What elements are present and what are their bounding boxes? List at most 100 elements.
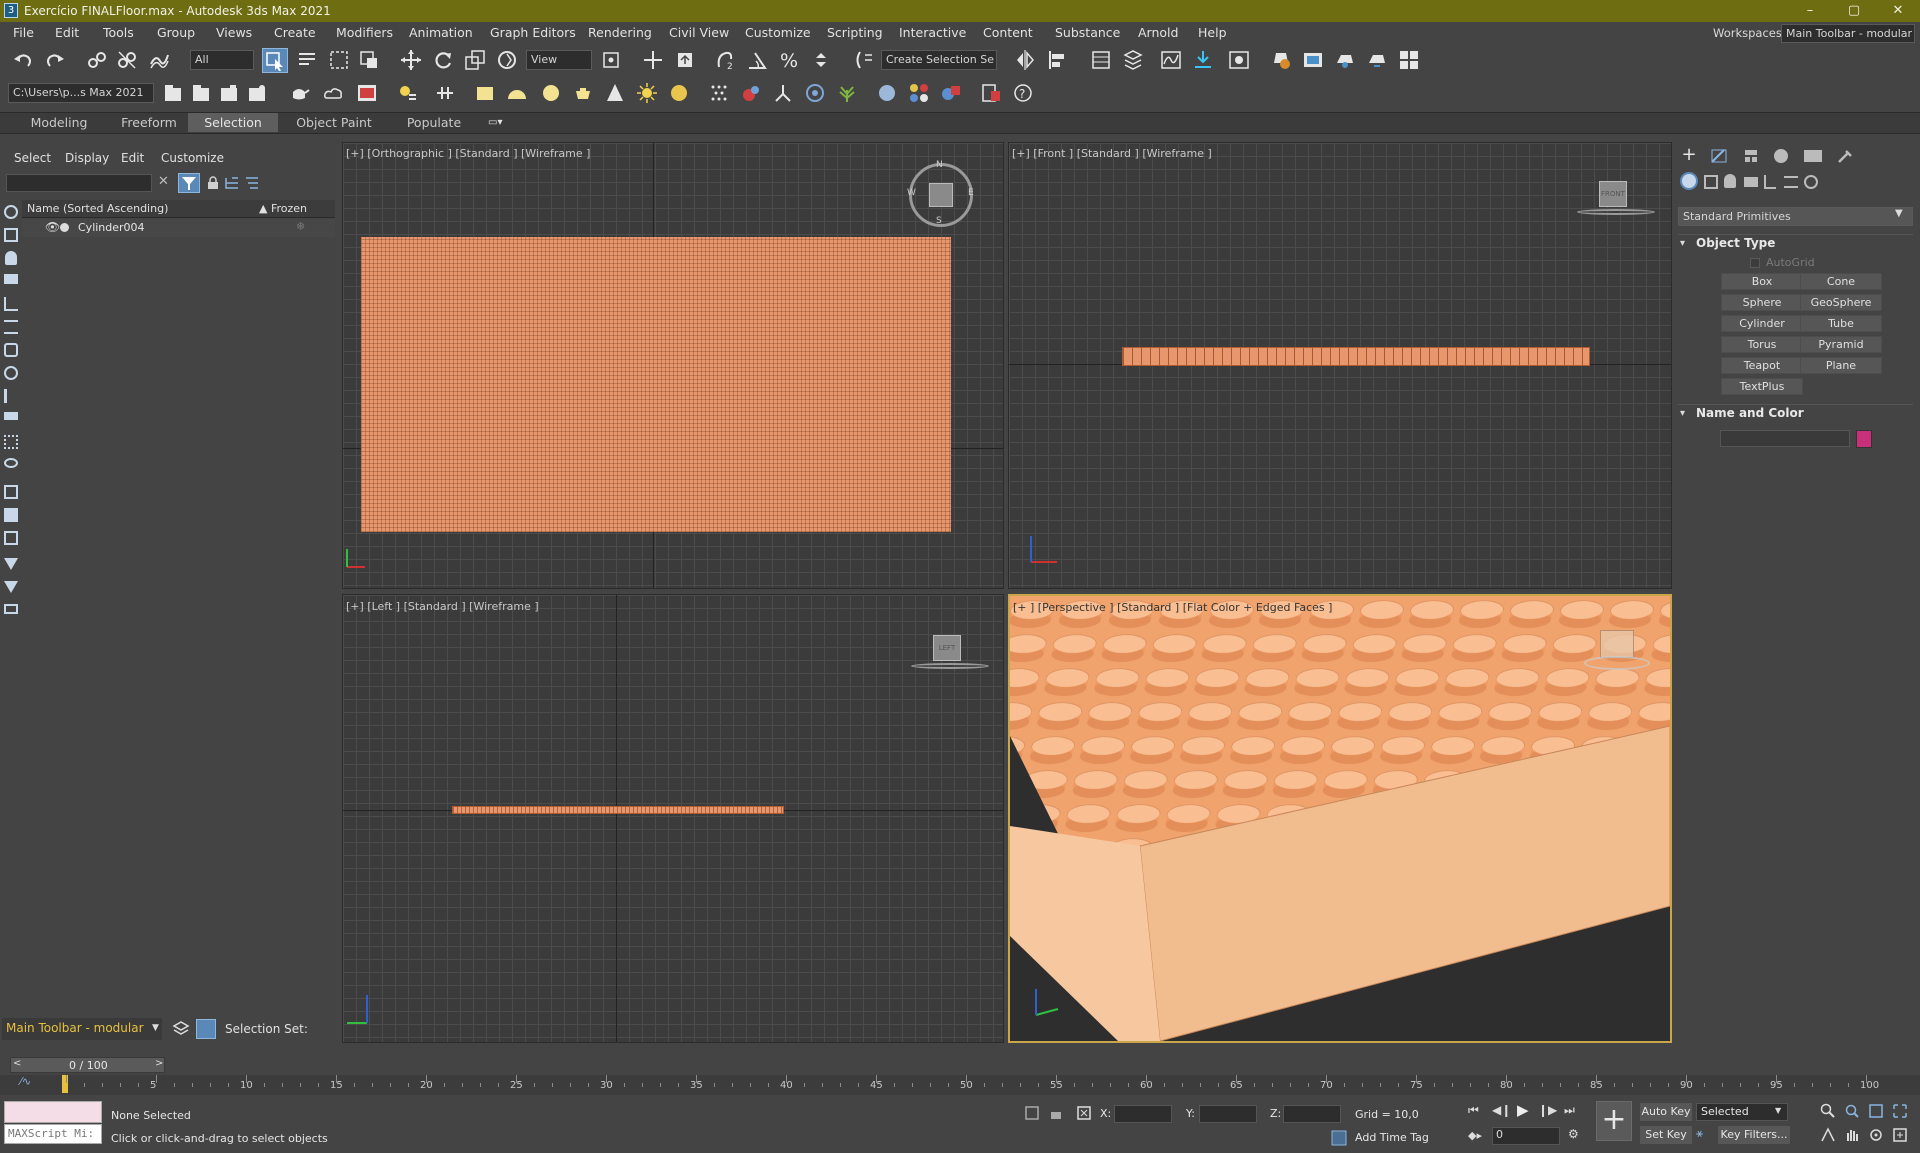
spinner-snap-icon[interactable] (810, 49, 832, 71)
scene-converter-icon[interactable] (980, 82, 1002, 104)
viewport-label-front[interactable]: [+] [Front ] [Standard ] [Wireframe ] (1012, 147, 1212, 160)
tab-object-paint[interactable]: Object Paint (287, 113, 381, 132)
scale-icon[interactable] (464, 49, 486, 71)
key-filters-button[interactable]: Key Filters... (1718, 1126, 1790, 1144)
display-hidden-icon[interactable] (4, 458, 18, 468)
display-shapes-icon[interactable] (4, 228, 18, 242)
geosphere-button[interactable]: GeoSphere (1800, 294, 1882, 311)
time-configuration-icon[interactable]: ⚙ (1568, 1127, 1579, 1141)
viewport-front[interactable]: [+] [Front ] [Standard ] [Wireframe ] FR… (1008, 142, 1672, 589)
display-groups-icon[interactable] (4, 343, 18, 357)
select-manipulate-icon[interactable] (642, 49, 664, 71)
plane-button[interactable]: Plane (1800, 357, 1882, 374)
explorer-search-input[interactable] (6, 174, 152, 192)
menu-file[interactable]: File (13, 25, 34, 40)
viewcube-left[interactable]: LEFT (933, 635, 961, 661)
name-and-color-title[interactable]: Name and Color (1696, 406, 1804, 420)
scene-explorer-toggle-icon[interactable] (1090, 49, 1112, 71)
maxscript-input[interactable]: MAXScript Mi: (4, 1124, 102, 1144)
snaps-toggle-icon[interactable]: 2 (714, 49, 736, 71)
render-to-texture-icon[interactable] (940, 82, 962, 104)
next-frame-icon[interactable]: ❙▶ (1538, 1103, 1557, 1117)
menu-civil-view[interactable]: Civil View (669, 25, 729, 40)
viewport-perspective[interactable]: [+ ] [Perspective ] [Standard ] [Flat Co… (1008, 594, 1672, 1043)
systems-category-icon[interactable] (1804, 175, 1818, 189)
light-lister-icon[interactable] (396, 82, 418, 104)
display-cameras-icon[interactable] (4, 274, 18, 284)
zoom-all-icon[interactable] (1844, 1103, 1860, 1119)
menu-create[interactable]: Create (274, 25, 316, 40)
viewcube-ring[interactable] (1577, 209, 1655, 215)
viewport-label-left[interactable]: [+] [Left ] [Standard ] [Wireframe ] (346, 600, 539, 613)
viewcube-top-face[interactable] (929, 183, 953, 207)
angle-snap-icon[interactable] (746, 49, 768, 71)
field-of-view-icon[interactable] (1820, 1127, 1836, 1143)
utilities-tab-icon[interactable] (1836, 148, 1854, 164)
teapot-button[interactable]: Teapot (1721, 357, 1803, 374)
hemisphere-primitive-icon[interactable] (506, 82, 528, 104)
particle-flow-icon[interactable] (708, 82, 730, 104)
orbit-icon[interactable] (1868, 1127, 1884, 1143)
display-bones-icon[interactable] (4, 389, 18, 403)
absolute-mode-icon[interactable] (1076, 1105, 1092, 1121)
viewcube-ring[interactable] (1584, 656, 1650, 670)
ribbon-options-icon[interactable]: ▭▾ (488, 117, 510, 129)
zoom-extents-all-icon[interactable] (1892, 1103, 1908, 1119)
minimize-button[interactable]: – (1788, 0, 1832, 22)
hierarchy-tab-icon[interactable] (1742, 148, 1760, 164)
cone-primitive-icon[interactable] (604, 82, 626, 104)
explorer-menu-edit[interactable]: Edit (121, 151, 144, 165)
add-time-tag-label[interactable]: Add Time Tag (1355, 1131, 1429, 1144)
play-icon[interactable]: ▶ (1517, 1101, 1529, 1119)
rectangular-selection-icon[interactable] (328, 49, 350, 71)
column-name-header[interactable]: Name (Sorted Ascending) (27, 202, 168, 215)
go-to-end-icon[interactable]: ⏭ (1564, 1103, 1575, 1118)
app-icon[interactable]: 3 (4, 3, 18, 18)
box-button[interactable]: Box (1721, 273, 1803, 290)
hair-fur-icon[interactable] (804, 82, 826, 104)
tube-button[interactable]: Tube (1800, 315, 1882, 332)
bone-tools-icon[interactable] (772, 82, 794, 104)
undo-icon[interactable] (12, 49, 34, 71)
teapot-primitive-icon[interactable] (572, 82, 594, 104)
motion-tab-icon[interactable] (1774, 149, 1788, 163)
material-editor-icon[interactable] (1228, 49, 1250, 71)
select-by-name-icon[interactable] (296, 49, 318, 71)
auto-key-button[interactable]: Auto Key (1640, 1103, 1692, 1121)
teapot-icon[interactable] (288, 82, 310, 104)
set-key-button[interactable]: Set Key (1640, 1126, 1692, 1144)
shapes-category-icon[interactable] (1704, 175, 1718, 189)
filter-toggle-button[interactable] (178, 173, 200, 193)
selection-filter-dropdown[interactable]: All (190, 50, 254, 70)
tab-selection[interactable]: Selection (188, 113, 278, 132)
display-all-icon[interactable] (4, 485, 18, 499)
spacewarps-category-icon[interactable] (1784, 176, 1798, 188)
layer-icon[interactable] (4, 604, 18, 614)
menu-help[interactable]: Help (1198, 25, 1227, 40)
viewport-label-perspective[interactable]: [+ ] [Perspective ] [Standard ] [Flat Co… (1013, 601, 1332, 614)
z-coordinate-field[interactable] (1283, 1105, 1341, 1123)
maxscript-listener-top[interactable] (4, 1101, 102, 1123)
lock-icon[interactable] (206, 176, 220, 190)
tab-freeform[interactable]: Freeform (104, 113, 194, 132)
menu-animation[interactable]: Animation (409, 25, 473, 40)
workspace-selector[interactable]: Main Toolbar - modular ▼ (2, 1018, 162, 1040)
menu-group[interactable]: Group (157, 25, 195, 40)
align-icon[interactable] (1046, 49, 1068, 71)
set-project-folder-icon[interactable] (246, 82, 268, 104)
material-swatches-icon[interactable] (908, 82, 930, 104)
explorer-menu-customize[interactable]: Customize (161, 151, 224, 165)
helpers-category-icon[interactable] (1764, 175, 1776, 189)
reference-coordinate-dropdown[interactable]: View (526, 50, 592, 70)
time-slider[interactable]: < 0 / 100 > (10, 1057, 165, 1073)
explorer-menu-select[interactable]: Select (14, 151, 51, 165)
layer-explorer-icon[interactable] (1122, 49, 1144, 71)
frozen-snowflake-icon[interactable]: ❄ (296, 220, 305, 233)
select-object-button[interactable] (262, 48, 288, 73)
menu-rendering[interactable]: Rendering (588, 25, 652, 40)
pyramid-button[interactable]: Pyramid (1800, 336, 1882, 353)
geometry-category-icon[interactable] (1680, 172, 1698, 190)
cylinder-array-top-view[interactable] (361, 237, 951, 532)
chevron-down-icon[interactable]: ▼ (1895, 208, 1903, 219)
move-icon[interactable] (400, 49, 422, 71)
